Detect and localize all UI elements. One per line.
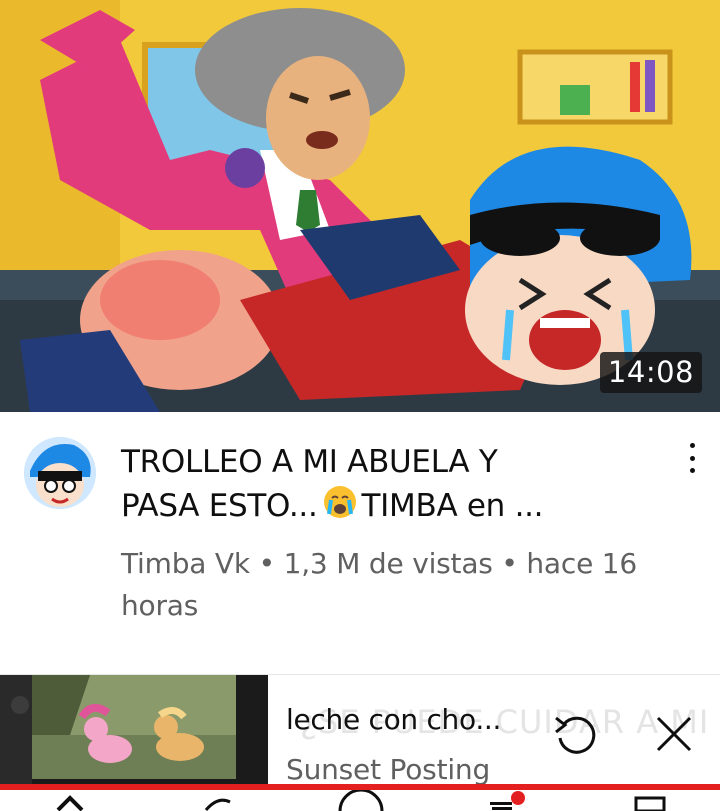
- video-duration: 14:08: [599, 352, 702, 393]
- video-title-line-2-end: TIMBA en ...: [361, 488, 544, 524]
- library-icon[interactable]: [630, 790, 670, 811]
- mini-player[interactable]: ¿SE PUEDE CUIDAR A MI HIJA? leche con ch…: [0, 674, 720, 785]
- close-icon: [656, 716, 692, 752]
- timba-vk-avatar-icon: [24, 437, 96, 509]
- bottom-navigation: [0, 790, 720, 811]
- close-button[interactable]: [648, 708, 700, 760]
- video-meta: Timba Vk • 1,3 M de vistas • hace 16 hor…: [121, 547, 638, 622]
- mini-player-illustration: [0, 675, 268, 785]
- home-icon[interactable]: [50, 790, 90, 811]
- channel-avatar[interactable]: [24, 437, 96, 509]
- shorts-icon[interactable]: [196, 790, 236, 811]
- thumbnail-illustration: [0, 0, 720, 412]
- mini-player-channel: Sunset Posting: [286, 753, 491, 785]
- more-options-icon[interactable]: [680, 441, 704, 475]
- mini-player-title[interactable]: leche con cho...: [286, 703, 501, 736]
- video-title-line-2-start: PASA ESTO...: [121, 488, 318, 524]
- crying-face-icon: [322, 484, 358, 532]
- video-title-line-1: TROLLEO A MI ABUELA Y: [121, 444, 498, 480]
- create-icon[interactable]: [336, 790, 386, 811]
- mini-player-thumbnail[interactable]: [0, 675, 268, 785]
- video-thumbnail[interactable]: 14:08: [0, 0, 720, 412]
- replay-button[interactable]: [550, 708, 604, 762]
- video-title[interactable]: TROLLEO A MI ABUELA Y PASA ESTO... TIMBA…: [121, 440, 661, 532]
- subscriptions-icon[interactable]: [486, 790, 530, 811]
- replay-icon: [555, 716, 596, 754]
